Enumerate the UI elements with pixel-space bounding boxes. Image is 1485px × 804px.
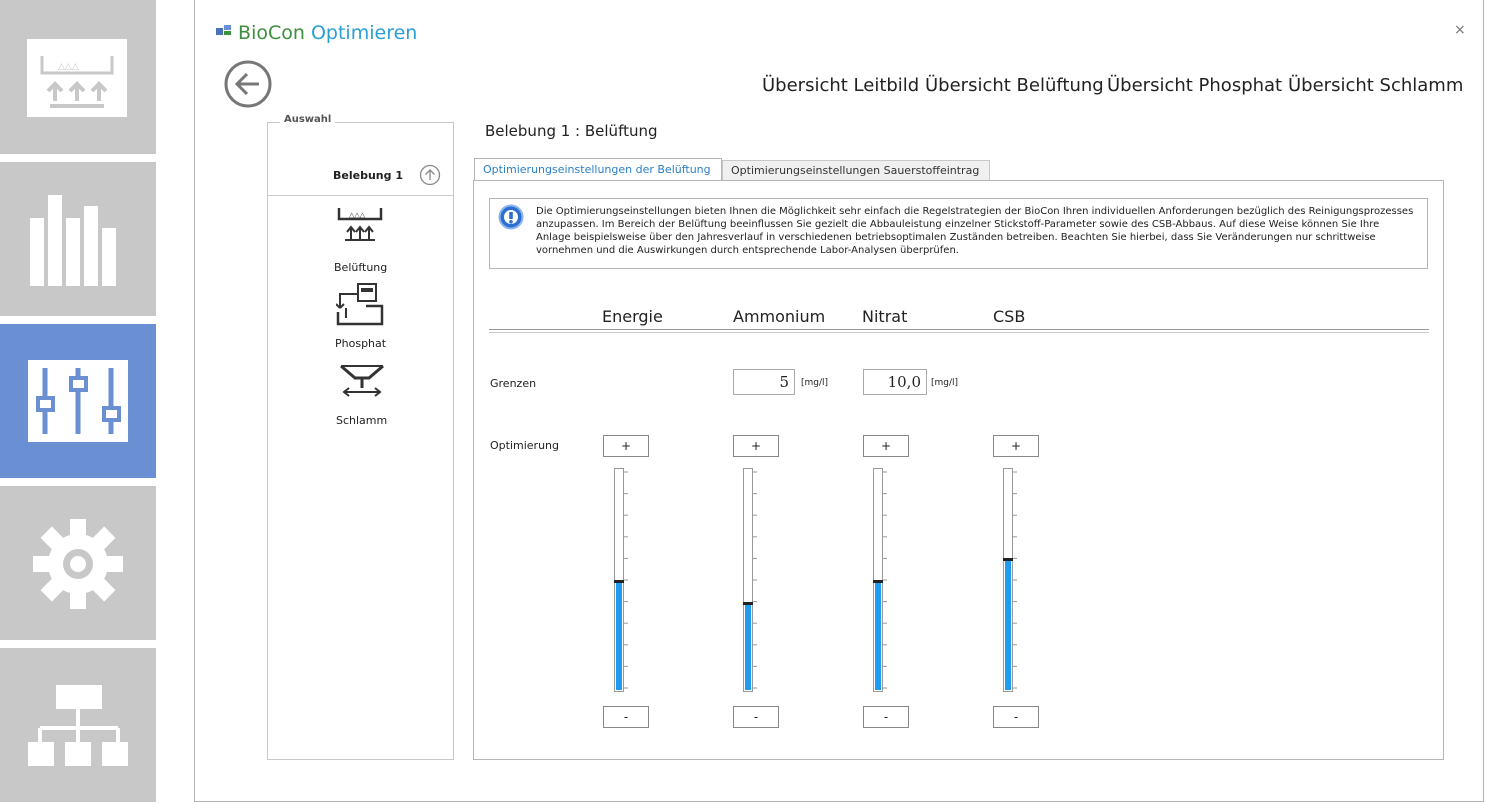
nav-item-schlamm[interactable] (339, 362, 385, 402)
grenzen-label: Grenzen (490, 377, 537, 390)
info-icon (498, 204, 524, 234)
nitrat-slider-fill (875, 581, 881, 690)
aeration-icon: △△△ (337, 208, 383, 241)
energie-minus-button[interactable]: - (603, 706, 649, 728)
csb-slider-fill (1005, 559, 1011, 690)
nav-schlamm[interactable]: Übersicht Schlamm (1288, 75, 1463, 96)
aeration-icon: △△△ (27, 39, 127, 117)
rail-tile-optimize[interactable] (0, 324, 156, 478)
ammonium-slider-thumb[interactable] (743, 602, 753, 605)
energie-slider-thumb[interactable] (614, 580, 624, 583)
nav-item-label-belueftung: Belüftung (334, 261, 388, 274)
tab-sauerstoffeintrag[interactable]: Optimierungseinstellungen Sauerstoffeint… (722, 160, 990, 180)
nav-leitbild[interactable]: Übersicht Leitbild (762, 75, 919, 96)
bar-chart-icon (30, 195, 116, 286)
nav-item-belueftung[interactable]: △△△ (337, 206, 383, 246)
nav-item-label-phosphat: Phosphat (335, 337, 387, 350)
csb-slider-ticks (1013, 471, 1017, 689)
collapse-up-button[interactable] (419, 164, 441, 190)
nitrat-plus-button[interactable]: + (863, 435, 909, 457)
arrow-up-circle-icon (419, 164, 441, 186)
title-part-optimieren: Optimieren (310, 22, 418, 44)
nav-item-label-schlamm: Schlamm (336, 414, 388, 427)
ammonium-unit: [mg/l] (801, 378, 829, 388)
energie-slider-fill (616, 581, 622, 690)
nitrat-slider[interactable] (873, 468, 883, 692)
gear-icon (33, 519, 123, 609)
optimierung-label: Optimierung (490, 439, 559, 452)
auswahl-label: Auswahl (280, 114, 336, 125)
rail-tile-charts[interactable] (0, 162, 156, 316)
csb-plus-button[interactable]: + (993, 435, 1039, 457)
nav-phosphat[interactable]: Übersicht Phosphat (1107, 75, 1282, 96)
col-nitrat: Nitrat (862, 307, 908, 326)
back-arrow-icon (224, 60, 272, 108)
svg-text:△△△: △△△ (349, 211, 366, 219)
nav-belueftung[interactable]: Übersicht Belüftung (925, 75, 1104, 96)
app-logo-icon (216, 25, 231, 35)
tab-belueftung[interactable]: Optimierungseinstellungen der Belüftung (474, 158, 722, 180)
nitrat-slider-thumb[interactable] (873, 580, 883, 583)
phosphate-icon (335, 283, 384, 326)
rail-tile-aeration[interactable]: △△△ (0, 0, 156, 154)
csb-minus-button[interactable]: - (993, 706, 1039, 728)
sliders-icon (28, 360, 128, 442)
ammonium-plus-button[interactable]: + (733, 435, 779, 457)
nitrat-slider-ticks (883, 471, 887, 689)
col-csb: CSB (993, 307, 1026, 326)
nav-item-phosphat[interactable] (335, 282, 386, 332)
ammonium-limit-input[interactable]: 5 (733, 369, 795, 395)
left-rail: △△△ (0, 0, 157, 804)
back-button[interactable] (224, 60, 272, 112)
sludge-icon (340, 364, 384, 397)
rail-tile-structure[interactable] (0, 648, 156, 802)
selected-basin: Belebung 1 (333, 169, 403, 182)
col-energie: Energie (602, 307, 663, 326)
rail-tile-settings[interactable] (0, 486, 156, 640)
close-button[interactable]: × (1454, 22, 1466, 38)
header-divider-shadow (489, 332, 1429, 333)
energie-plus-button[interactable]: + (603, 435, 649, 457)
info-text: Die Optimierungseinstellungen bieten Ihn… (536, 206, 1414, 256)
nitrat-unit: [mg/l] (931, 378, 959, 388)
hierarchy-icon (28, 685, 128, 766)
csb-slider-thumb[interactable] (1003, 558, 1013, 561)
nitrat-limit-input[interactable]: 10,0 (863, 369, 927, 395)
energie-slider[interactable] (614, 468, 624, 692)
ammonium-slider-ticks (753, 471, 757, 689)
title-part-biocon: BioCon (238, 22, 305, 44)
ammonium-minus-button[interactable]: - (733, 706, 779, 728)
nitrat-minus-button[interactable]: - (863, 706, 909, 728)
energie-slider-ticks (624, 471, 628, 689)
header-divider (489, 329, 1429, 330)
svg-text:△△△: △△△ (58, 62, 79, 72)
page-title: Belebung 1 : Belüftung (485, 122, 658, 140)
window-title: BioCon Optimieren (216, 22, 417, 44)
col-ammonium: Ammonium (733, 307, 826, 326)
group-separator (268, 195, 453, 196)
ammonium-slider-fill (745, 603, 751, 690)
csb-slider[interactable] (1003, 468, 1013, 692)
ammonium-slider[interactable] (743, 468, 753, 692)
